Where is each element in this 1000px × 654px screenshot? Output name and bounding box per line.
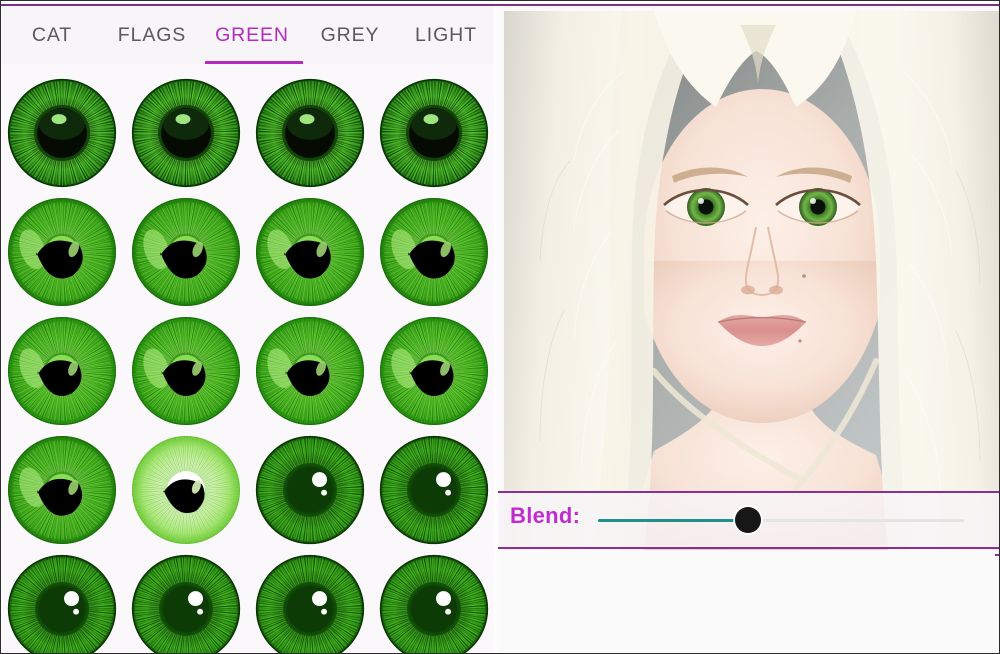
green-eye-19-icon xyxy=(255,554,365,653)
eye-thumbnail[interactable] xyxy=(378,315,490,427)
green-eye-16-icon xyxy=(379,435,489,545)
green-eye-4-icon xyxy=(379,78,489,188)
green-eye-20-icon xyxy=(379,554,489,653)
category-tabbar: CAT FLAGS GREEN GREY LIGHT xyxy=(2,6,494,66)
tab-light[interactable]: LIGHT xyxy=(398,6,494,64)
photo-preview[interactable] xyxy=(504,11,999,550)
eye-thumbnail[interactable] xyxy=(378,434,490,546)
eye-thumbnail[interactable] xyxy=(378,77,490,189)
eye-thumbnail[interactable] xyxy=(254,553,366,653)
top-accent-rule xyxy=(1,4,999,6)
eye-thumbnail[interactable] xyxy=(378,553,490,653)
green-eye-15-icon xyxy=(255,435,365,545)
slider-thumb[interactable] xyxy=(735,507,762,533)
eye-thumbnail-grid[interactable] xyxy=(2,64,494,653)
green-eye-17-icon xyxy=(7,554,117,653)
eye-thumbnail[interactable] xyxy=(378,196,490,308)
eye-thumbnail[interactable] xyxy=(254,77,366,189)
bottom-toolbar: Color Mode Blend xyxy=(995,554,999,653)
preview-panel: Blend: Color Mode xyxy=(498,6,999,653)
green-eye-1-icon xyxy=(7,78,117,188)
tab-cat[interactable]: CAT xyxy=(2,6,102,64)
portrait-image xyxy=(504,11,999,550)
eye-thumbnail[interactable] xyxy=(6,315,118,427)
eye-thumbnail[interactable] xyxy=(6,434,118,546)
green-eye-5-icon xyxy=(7,197,117,307)
tab-grey[interactable]: GREY xyxy=(302,6,398,64)
eye-thumbnail[interactable] xyxy=(254,196,366,308)
green-eye-13-icon xyxy=(7,435,117,545)
eye-thumbnail[interactable] xyxy=(130,77,242,189)
green-eye-8-icon xyxy=(379,197,489,307)
green-eye-2-icon xyxy=(131,78,241,188)
eye-thumbnail[interactable] xyxy=(130,196,242,308)
green-eye-12-icon xyxy=(379,316,489,426)
green-eye-11-icon xyxy=(255,316,365,426)
eye-thumbnail[interactable] xyxy=(6,553,118,653)
blend-slider[interactable] xyxy=(598,507,964,533)
tab-green[interactable]: GREEN xyxy=(202,6,302,64)
eye-thumbnail[interactable] xyxy=(254,434,366,546)
green-eye-3-icon xyxy=(255,78,365,188)
eye-thumbnail[interactable] xyxy=(6,196,118,308)
slider-fill xyxy=(598,519,749,522)
eye-thumbnail[interactable] xyxy=(6,77,118,189)
eye-thumbnail[interactable] xyxy=(130,434,242,546)
blend-control-bar: Blend: xyxy=(498,491,999,549)
green-eye-9-icon xyxy=(7,316,117,426)
green-eye-14-icon xyxy=(131,435,240,544)
eye-thumbnail[interactable] xyxy=(130,315,242,427)
green-eye-18-icon xyxy=(131,554,241,653)
tab-flags[interactable]: FLAGS xyxy=(102,6,202,64)
eye-thumbnail[interactable] xyxy=(254,315,366,427)
eye-chooser-panel: CAT FLAGS GREEN GREY LIGHT xyxy=(2,6,494,653)
eye-thumbnail[interactable] xyxy=(130,553,242,653)
blend-label: Blend: xyxy=(510,503,581,528)
app-window: CAT FLAGS GREEN GREY LIGHT Blend: xyxy=(0,0,1000,654)
green-eye-10-icon xyxy=(131,316,241,426)
toolbar-item-color[interactable]: Color xyxy=(995,556,999,653)
green-eye-7-icon xyxy=(255,197,365,307)
green-eye-6-icon xyxy=(131,197,241,307)
